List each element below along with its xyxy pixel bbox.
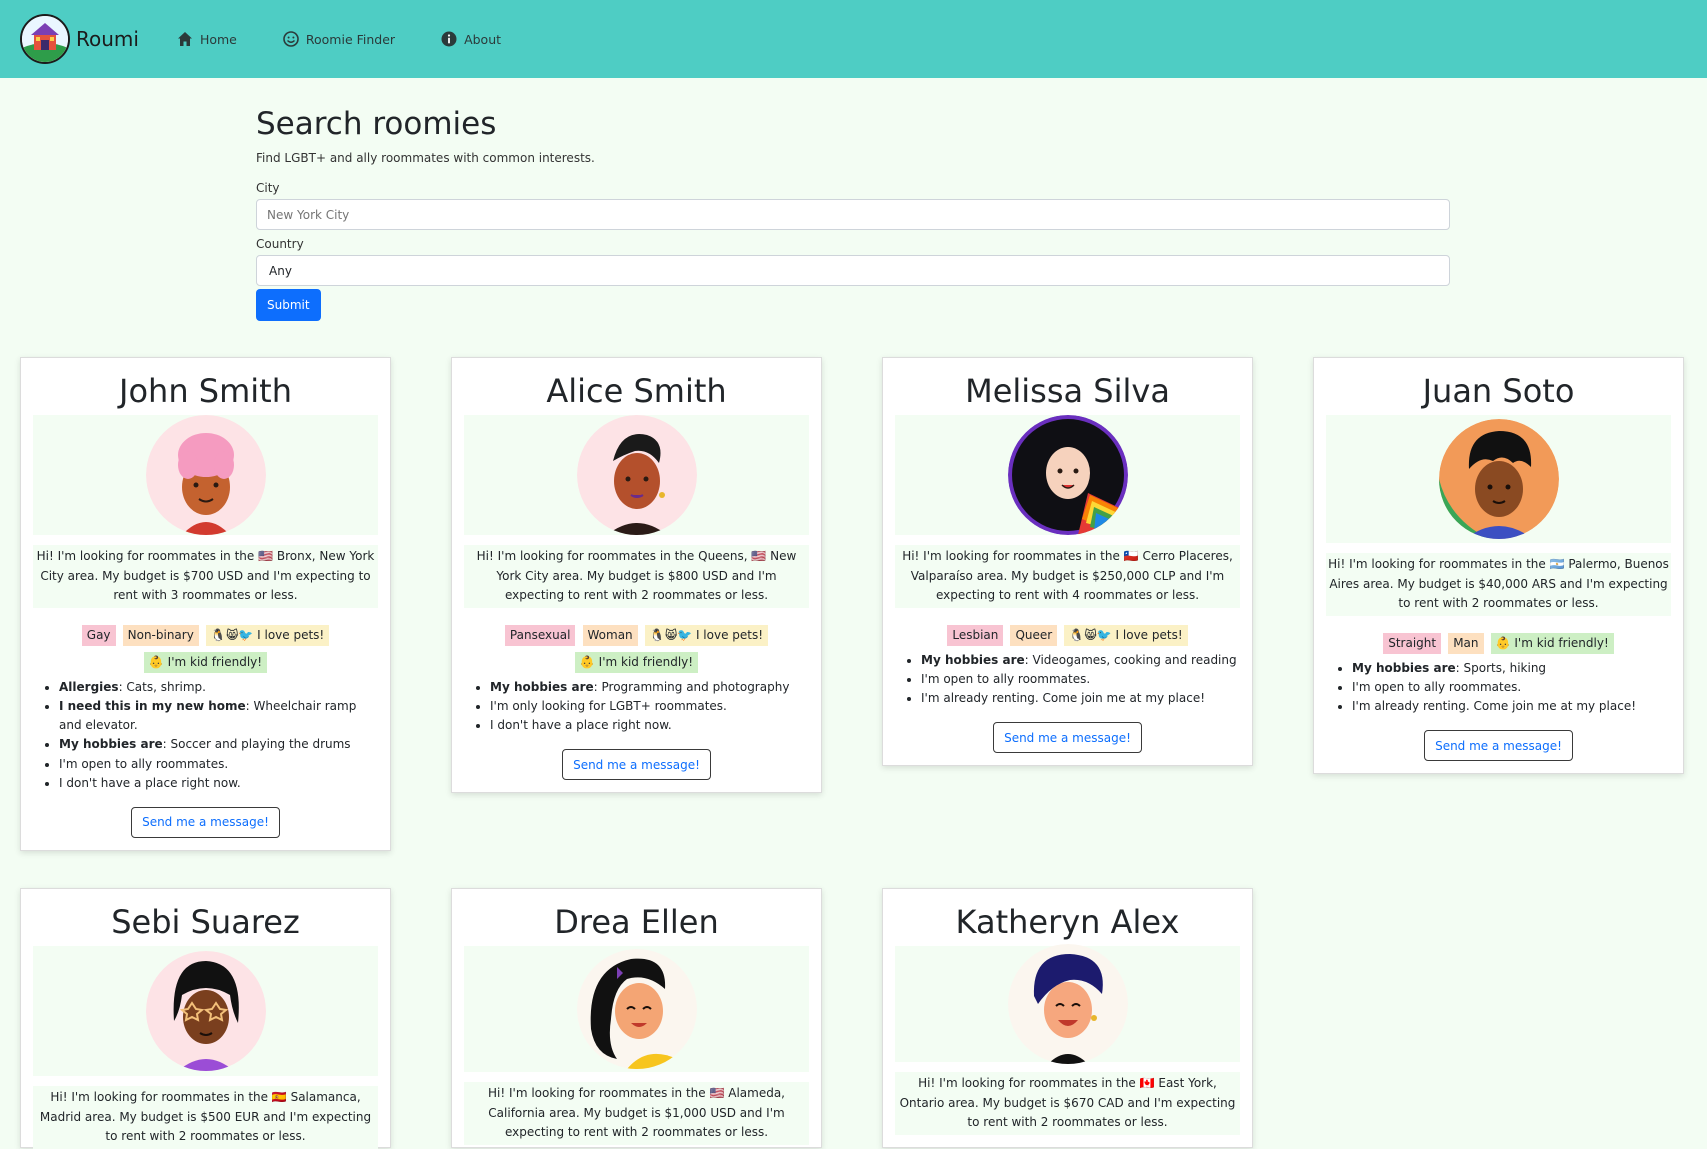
avatar-band	[464, 415, 809, 536]
list-item: I'm open to ally roommates.	[1352, 678, 1671, 697]
details-list: My hobbies are: Videogames, cooking and …	[921, 651, 1240, 709]
avatar-band	[33, 946, 378, 1077]
nav-roomie-finder-label: Roomie Finder	[305, 31, 396, 47]
list-item: I'm already renting. Come join me at my …	[921, 689, 1240, 708]
avatar-band	[464, 946, 809, 1073]
country-select[interactable]: Any	[256, 255, 1450, 286]
list-item: I'm open to ally roommates.	[59, 755, 378, 774]
details-list: My hobbies are: Programming and photogra…	[490, 678, 809, 736]
avatar	[1007, 944, 1128, 1065]
card-description: Hi! I'm looking for roommates in the 🇺🇸 …	[464, 1082, 809, 1145]
info-icon	[441, 31, 457, 47]
avatar	[1007, 415, 1128, 536]
nav-about[interactable]: About	[441, 31, 501, 47]
list-item: My hobbies are: Videogames, cooking and …	[921, 651, 1240, 670]
tag-list: Straight Man 👶 I'm kid friendly!	[1326, 628, 1671, 655]
roomie-card: John Smith Hi! I'm looking for roommates…	[20, 357, 391, 851]
card-description: Hi! I'm looking for roommates in the Que…	[464, 545, 809, 608]
card-description: Hi! I'm looking for roommates in the 🇨🇦 …	[895, 1072, 1240, 1135]
avatar	[145, 951, 266, 1072]
gender-tag: Non-binary	[122, 624, 199, 646]
kids-tag: 👶 I'm kid friendly!	[143, 651, 268, 673]
city-label: City	[256, 181, 280, 195]
navbar: Roumi Home Roomie Finder About	[0, 0, 1707, 78]
card-name: Juan Soto	[1422, 372, 1575, 410]
gender-tag: Man	[1448, 632, 1484, 654]
nav-roomie-finder[interactable]: Roomie Finder	[283, 31, 395, 47]
orientation-tag: Lesbian	[947, 624, 1004, 646]
card-description: Hi! I'm looking for roommates in the 🇨🇱 …	[895, 545, 1240, 608]
card-description: Hi! I'm looking for roommates in the 🇪🇸 …	[33, 1086, 378, 1149]
roomie-card: Juan Soto Hi! I'm looking for roommates …	[1313, 357, 1684, 775]
list-item: I don't have a place right now.	[490, 716, 809, 735]
brand[interactable]: Roumi	[20, 14, 139, 64]
pets-tag: 🐧😸🐦 I love pets!	[644, 624, 769, 646]
search-section: Search roomies Find LGBT+ and ally roomm…	[256, 106, 1450, 321]
avatar-band	[33, 415, 378, 536]
list-item: I'm already renting. Come join me at my …	[1352, 697, 1671, 716]
avatar	[576, 415, 697, 536]
roumi-logo-icon	[20, 14, 70, 64]
message-button[interactable]: Send me a message!	[993, 722, 1142, 754]
tag-list: Gay Non-binary 🐧😸🐦 I love pets! 👶 I'm ki…	[33, 620, 378, 674]
avatar-band	[1326, 415, 1671, 544]
nav-home-label: Home	[199, 31, 237, 47]
avatar-band	[895, 415, 1240, 536]
details-list: My hobbies are: Sports, hiking I'm open …	[1352, 659, 1671, 717]
card-name: John Smith	[119, 372, 292, 410]
country-label: Country	[256, 237, 304, 251]
list-item: I need this in my new home: Wheelchair r…	[59, 697, 378, 735]
list-item: I'm only looking for LGBT+ roommates.	[490, 697, 809, 716]
brand-name: Roumi	[76, 27, 139, 51]
orientation-tag: Gay	[81, 624, 116, 646]
details-list: Allergies: Cats, shrimp. I need this in …	[59, 678, 378, 793]
message-button[interactable]: Send me a message!	[562, 749, 711, 781]
gender-tag: Woman	[582, 624, 638, 646]
country-select-value: Any	[269, 263, 292, 278]
list-item: My hobbies are: Sports, hiking	[1352, 659, 1671, 678]
search-subtitle: Find LGBT+ and ally roommates with commo…	[256, 151, 595, 165]
kids-tag: 👶 I'm kid friendly!	[1490, 632, 1614, 654]
tag-list: Lesbian Queer 🐧😸🐦 I love pets!	[895, 620, 1240, 647]
orientation-tag: Straight	[1383, 632, 1442, 654]
gender-tag: Queer	[1010, 624, 1058, 646]
kids-tag: 👶 I'm kid friendly!	[574, 651, 699, 673]
card-name: Sebi Suarez	[111, 903, 300, 941]
list-item: I'm open to ally roommates.	[921, 670, 1240, 689]
submit-button[interactable]: Submit	[256, 289, 321, 321]
list-item: My hobbies are: Programming and photogra…	[490, 678, 809, 697]
list-item: Allergies: Cats, shrimp.	[59, 678, 378, 697]
roomie-card: Sebi Suarez Hi! I'm looking for roommate…	[20, 888, 391, 1149]
message-button[interactable]: Send me a message!	[131, 806, 280, 838]
list-item: I don't have a place right now.	[59, 774, 378, 793]
tag-list: Pansexual Woman 🐧😸🐦 I love pets! 👶 I'm k…	[464, 620, 809, 674]
roomie-card: Drea Ellen Hi! I'm looking for roommates…	[451, 888, 822, 1148]
search-title: Search roomies	[256, 106, 497, 142]
roomie-card: Melissa Silva Hi! I'm looking for roomma…	[882, 357, 1253, 767]
smile-icon	[283, 31, 299, 47]
roomie-card: Katheryn Alex Hi! I'm looking for roomma…	[882, 888, 1253, 1148]
card-name: Katheryn Alex	[955, 903, 1180, 941]
avatar	[1438, 419, 1559, 540]
message-button[interactable]: Send me a message!	[1424, 730, 1573, 762]
pets-tag: 🐧😸🐦 I love pets!	[205, 624, 330, 646]
card-description: Hi! I'm looking for roommates in the 🇺🇸 …	[33, 545, 378, 608]
avatar	[576, 949, 697, 1070]
pets-tag: 🐧😸🐦 I love pets!	[1064, 624, 1188, 646]
card-name: Alice Smith	[546, 372, 727, 410]
orientation-tag: Pansexual	[504, 624, 576, 646]
card-name: Melissa Silva	[965, 372, 1170, 410]
city-input[interactable]	[256, 199, 1450, 230]
nav-home[interactable]: Home	[177, 31, 237, 47]
home-icon	[177, 32, 192, 46]
card-description: Hi! I'm looking for roommates in the 🇦🇷 …	[1326, 553, 1671, 616]
roomie-card: Alice Smith Hi! I'm looking for roommate…	[451, 357, 822, 794]
nav-about-label: About	[464, 31, 502, 47]
list-item: My hobbies are: Soccer and playing the d…	[59, 735, 378, 754]
avatar-band	[895, 944, 1240, 1065]
avatar	[145, 415, 266, 536]
card-name: Drea Ellen	[554, 903, 719, 941]
